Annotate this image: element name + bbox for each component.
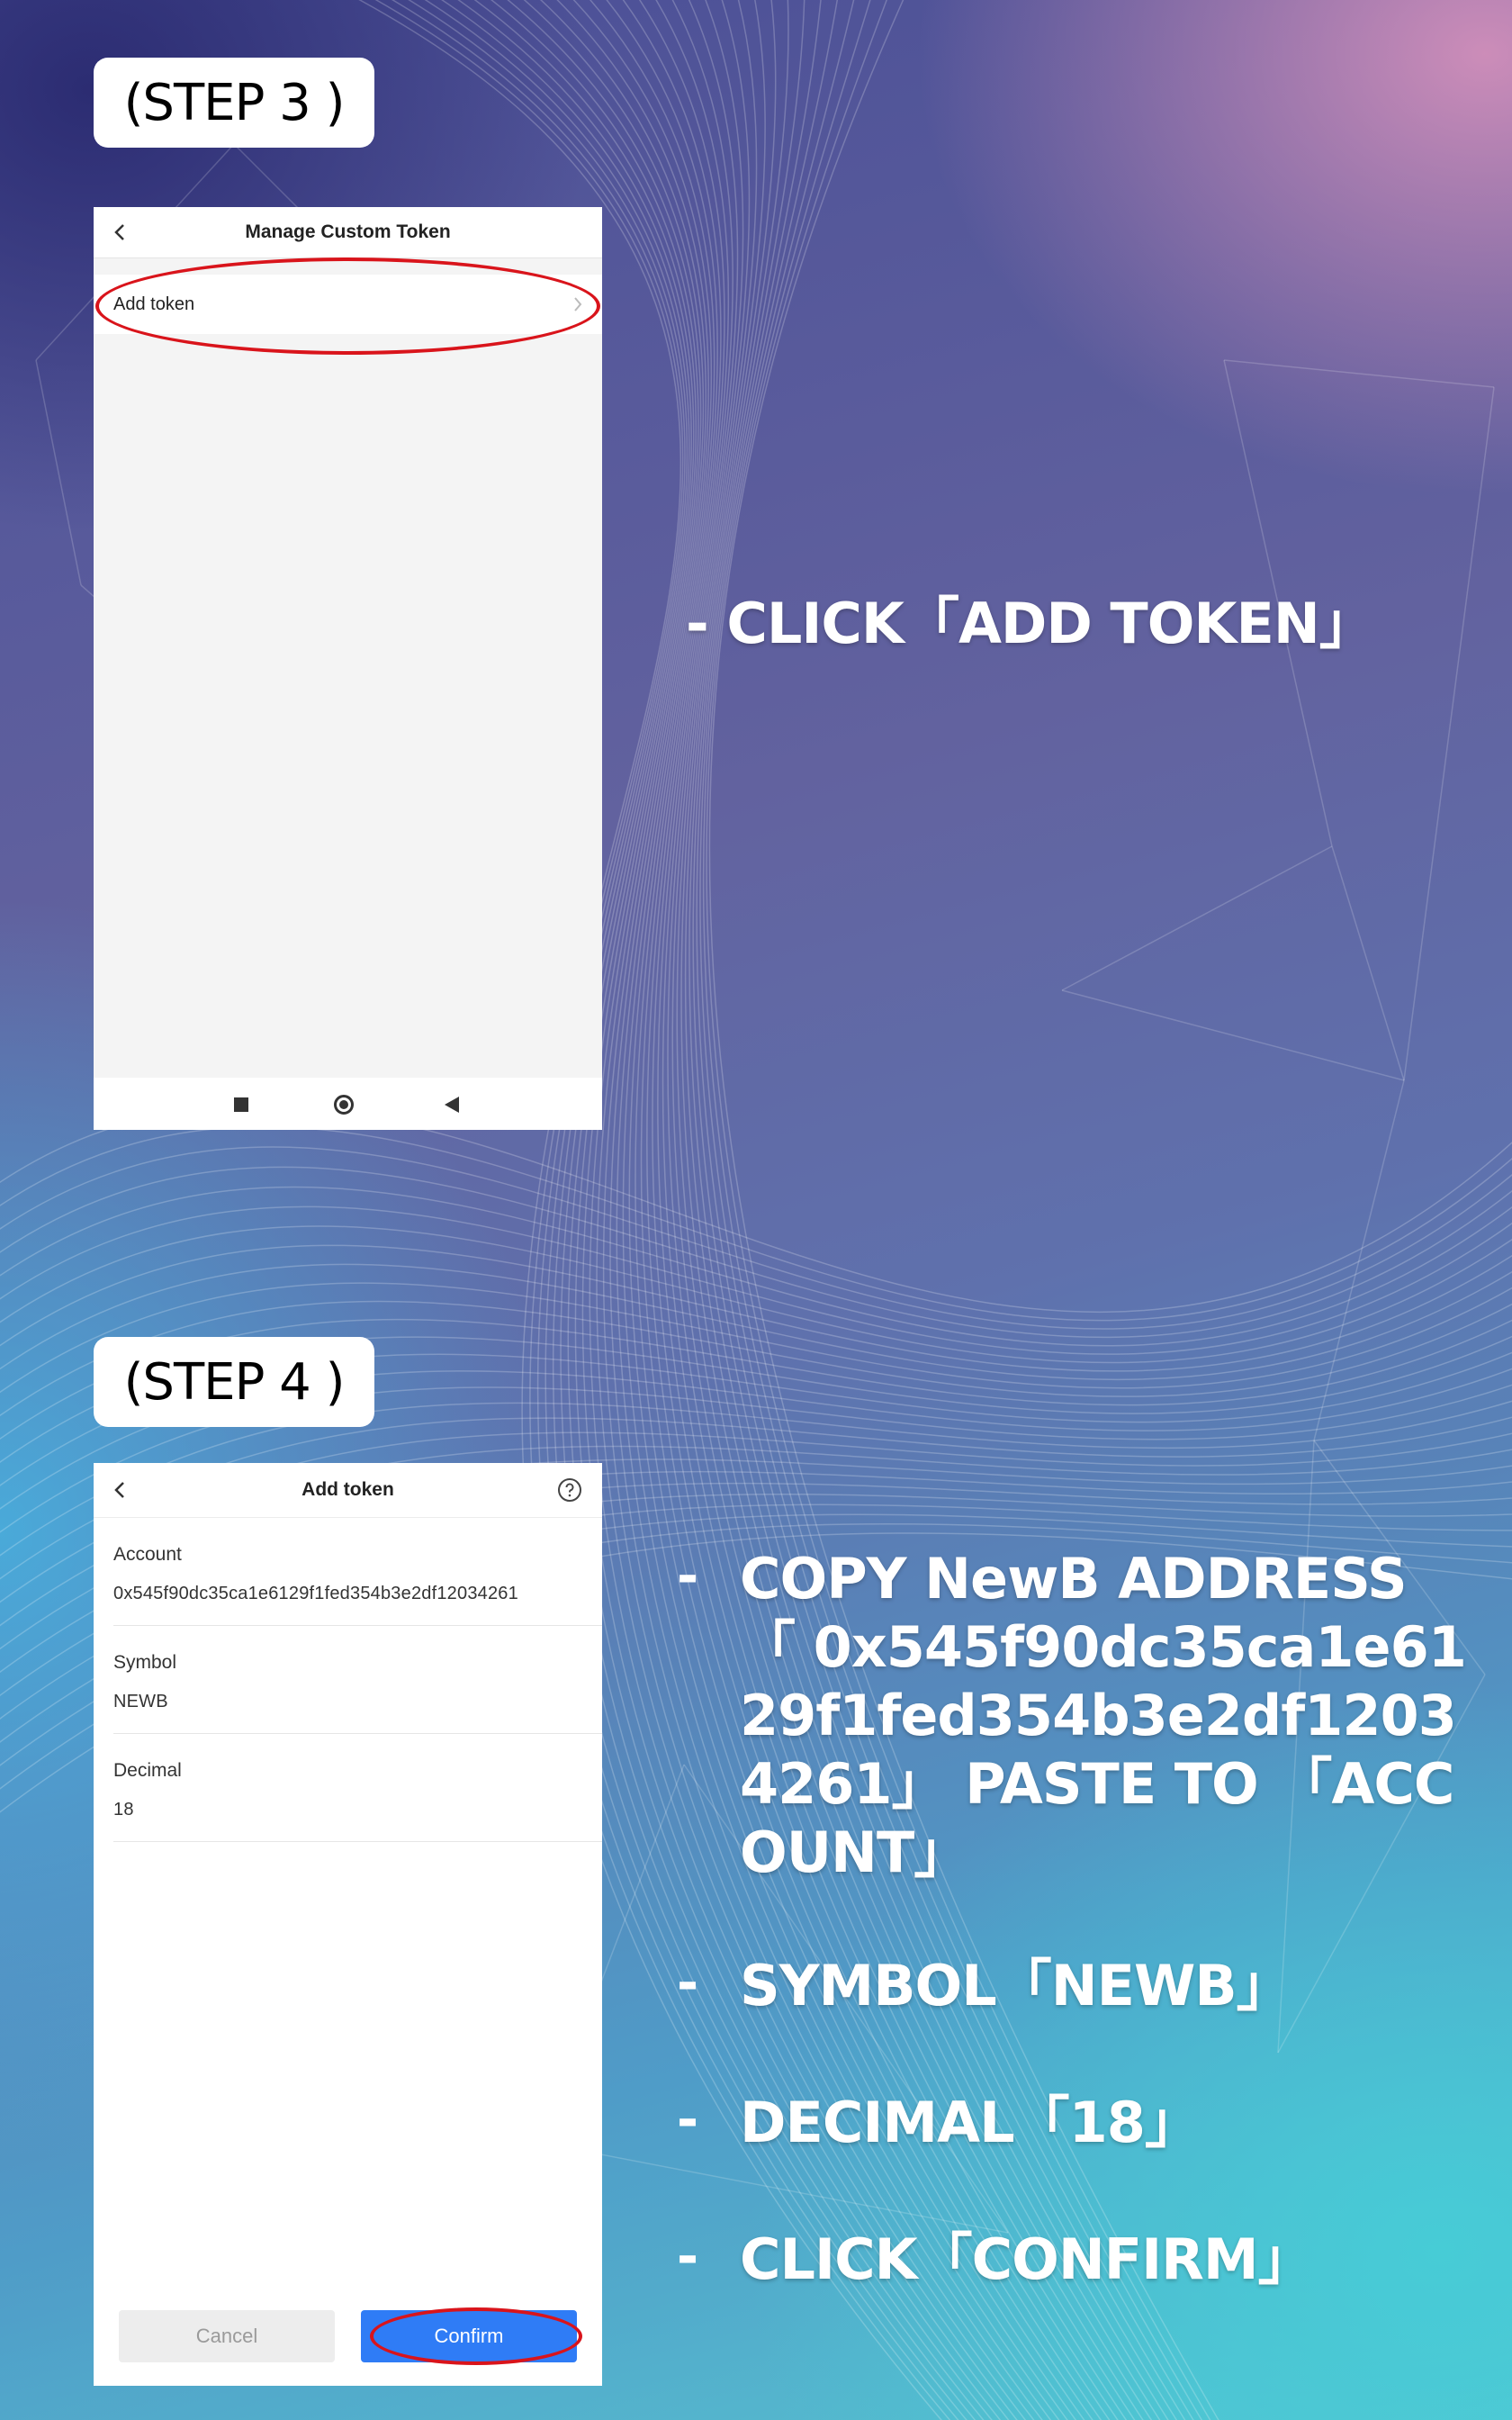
bullet-dash: - [677, 2226, 699, 2287]
step3-instruction: - CLICK「ADD TOKEN」 [686, 591, 1375, 656]
confirm-button[interactable]: Confirm [361, 2310, 577, 2362]
help-icon[interactable] [557, 1477, 582, 1503]
back-triangle-icon[interactable] [445, 1097, 459, 1113]
step4-instruction-decimal: DECIMAL「18」 [740, 2090, 1201, 2155]
symbol-label: Symbol [113, 1652, 177, 1673]
screen-title: Manage Custom Token [245, 221, 451, 242]
manage-custom-token-screen: Manage Custom Token Add token [94, 207, 602, 1130]
cancel-button[interactable]: Cancel [119, 2310, 335, 2362]
decimal-input[interactable]: 18 [113, 1800, 134, 1820]
add-token-screen: Add token Account 0x545f90dc35ca1e6129f1… [94, 1463, 602, 2386]
decimal-field[interactable]: Decimal 18 [113, 1733, 602, 1842]
android-nav-bar [94, 1078, 602, 1130]
account-label: Account [113, 1544, 182, 1565]
step3-label: (STEP 3 ) [94, 58, 374, 148]
symbol-input[interactable]: NEWB [113, 1692, 168, 1712]
screen-title: Add token [302, 1479, 394, 1500]
screen-header: Add token [94, 1463, 602, 1518]
bullet-dash: - [677, 2089, 699, 2150]
screen-header: Manage Custom Token [94, 207, 602, 258]
bullet-dash: - [677, 1545, 699, 1606]
decimal-label: Decimal [113, 1760, 182, 1781]
step4-instruction-copy: COPY NewB ADDRESS 「 0x545f90dc35ca1e6129… [740, 1546, 1467, 1885]
account-field[interactable]: Account 0x545f90dc35ca1e6129f1fed354b3e2… [113, 1517, 602, 1626]
symbol-field[interactable]: Symbol NEWB [113, 1625, 602, 1734]
step4-instruction-symbol: SYMBOL「NEWB」 [740, 1953, 1292, 2018]
bullet-dash: - [677, 1952, 699, 2013]
recent-apps-icon[interactable] [234, 1097, 248, 1112]
account-input[interactable]: 0x545f90dc35ca1e6129f1fed354b3e2df120342… [113, 1584, 518, 1604]
home-icon[interactable] [334, 1095, 354, 1115]
add-token-label: Add token [113, 294, 195, 314]
step4-instruction-confirm: CLICK「CONFIRM」 [740, 2226, 1314, 2292]
add-token-row[interactable]: Add token [94, 275, 602, 334]
chevron-right-icon [574, 297, 582, 312]
step4-label: (STEP 4 ) [94, 1337, 374, 1427]
